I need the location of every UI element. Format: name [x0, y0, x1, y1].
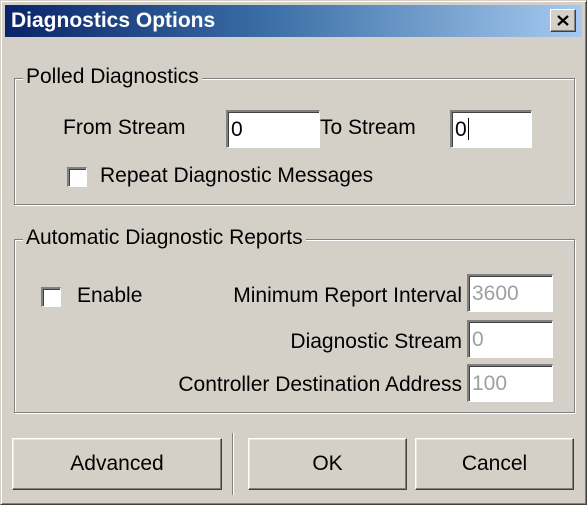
advanced-button[interactable]: Advanced — [12, 438, 222, 490]
diagnostic-stream-value: 0 — [472, 328, 484, 351]
controller-destination-address-value: 100 — [472, 372, 508, 395]
repeat-messages-label[interactable]: Repeat Diagnostic Messages — [100, 164, 373, 188]
ok-button[interactable]: OK — [248, 438, 407, 490]
automatic-reports-group: Automatic Diagnostic Reports Enable Mini… — [14, 226, 575, 413]
to-stream-value: 0 — [455, 118, 467, 141]
polled-diagnostics-legend: Polled Diagnostics — [23, 65, 202, 89]
enable-checkbox[interactable] — [41, 287, 61, 307]
button-separator — [232, 433, 233, 495]
diagnostic-stream-input[interactable]: 0 — [467, 320, 553, 358]
min-report-interval-label: Minimum Report Interval — [233, 284, 462, 307]
diagnostic-stream-label: Diagnostic Stream — [290, 330, 462, 353]
cancel-button[interactable]: Cancel — [415, 438, 574, 490]
close-button[interactable] — [550, 9, 576, 32]
min-report-interval-input[interactable]: 3600 — [467, 274, 553, 312]
controller-destination-address-input[interactable]: 100 — [467, 364, 553, 402]
automatic-reports-legend: Automatic Diagnostic Reports — [23, 226, 306, 250]
from-stream-value: 0 — [231, 118, 243, 141]
controller-destination-address-label: Controller Destination Address — [178, 373, 462, 396]
repeat-messages-checkbox[interactable] — [67, 167, 87, 187]
from-stream-input[interactable]: 0 — [226, 110, 320, 148]
enable-label[interactable]: Enable — [77, 284, 142, 308]
text-caret — [467, 118, 469, 140]
to-stream-input[interactable]: 0 — [450, 110, 532, 148]
title-bar[interactable]: Diagnostics Options — [5, 5, 582, 37]
close-icon — [557, 15, 569, 26]
min-report-interval-value: 3600 — [472, 282, 519, 305]
diagnostics-options-dialog: Diagnostics Options Polled Diagnostics F… — [0, 0, 587, 505]
dialog-title: Diagnostics Options — [11, 9, 216, 32]
polled-diagnostics-group: Polled Diagnostics From Stream 0 To Stre… — [14, 65, 575, 205]
to-stream-label: To Stream — [320, 116, 416, 139]
from-stream-label: From Stream — [63, 116, 186, 139]
